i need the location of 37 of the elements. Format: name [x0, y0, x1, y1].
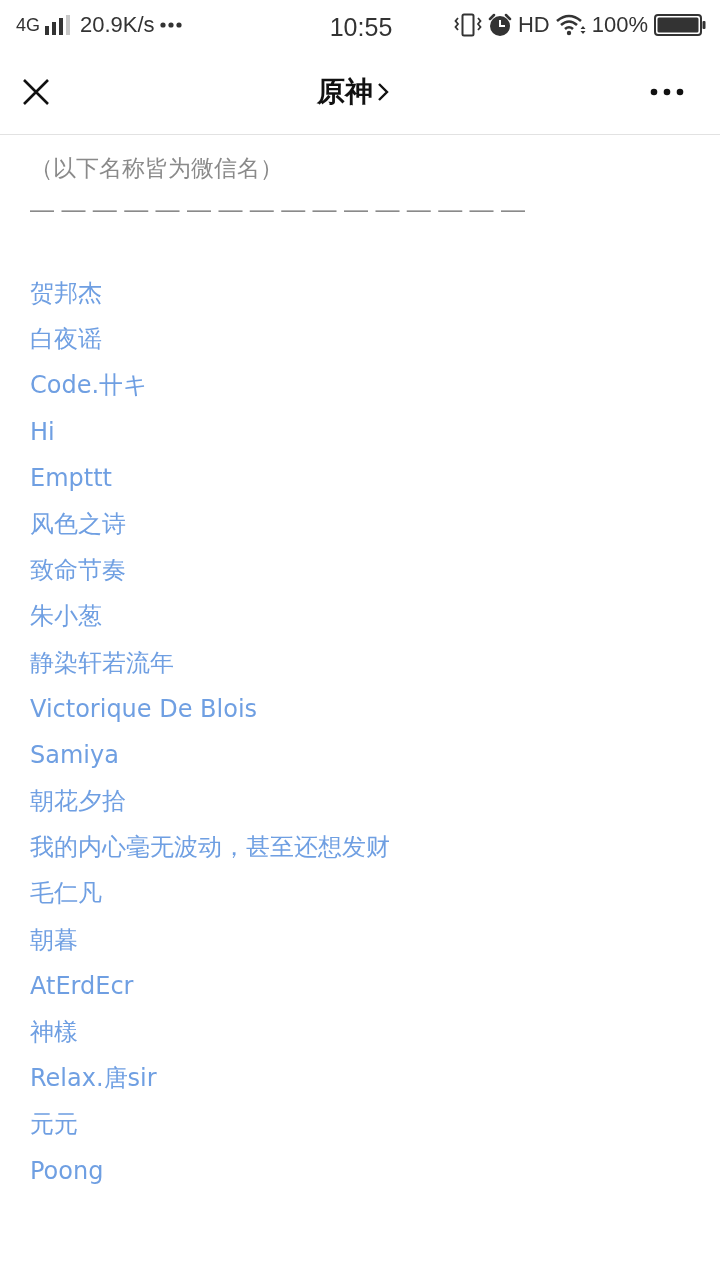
alarm-clock-icon — [487, 13, 512, 37]
more-icon[interactable] — [650, 88, 684, 96]
name-entry: Code.卄キ — [30, 370, 149, 401]
name-entry: AtErdEcr — [30, 970, 134, 1001]
name-entry: Relax.唐sir — [30, 1063, 157, 1094]
name-entry: Poong — [30, 1155, 104, 1186]
name-entry: Victorique De Blois — [30, 693, 258, 724]
battery-icon — [654, 13, 706, 37]
name-entry: 毛仁凡 — [30, 878, 102, 909]
vibrate-icon — [453, 13, 482, 37]
name-entry: Samiya — [30, 739, 119, 770]
name-entry: 贺邦杰 — [30, 278, 102, 308]
name-entry: 朝暮 — [30, 924, 78, 955]
wifi-icon — [555, 14, 586, 36]
hd-label: HD — [517, 14, 550, 36]
name-entry: 元元 — [30, 1109, 78, 1140]
network-speed: 20.9K/s — [80, 14, 155, 36]
name-entry: 神樣 — [30, 1017, 78, 1047]
name-entry: Empttt — [30, 462, 112, 493]
signal-icon — [45, 15, 71, 35]
name-entry: Hi — [30, 416, 55, 447]
name-entry: 风色之诗 — [30, 508, 126, 539]
note-text: （以下名称皆为微信名） — [30, 154, 284, 183]
name-entry: 朱小葱 — [30, 601, 102, 632]
name-entry: 静染轩若流年 — [30, 647, 174, 678]
close-icon[interactable] — [22, 78, 50, 106]
clock-time: 10:55 — [329, 11, 393, 40]
name-entry: 白夜谣 — [30, 324, 102, 355]
name-entry: 朝花夕拾 — [30, 786, 126, 817]
dash-line-text: ———————————————— — [30, 194, 533, 224]
name-entry: 我的内心毫无波动，甚至还想发财 — [30, 832, 390, 863]
name-entry: 致命节奏 — [30, 555, 126, 586]
battery-percent: 100% — [591, 14, 648, 36]
network-type: 4G — [16, 16, 40, 34]
chevron-right-icon — [377, 81, 389, 103]
dots-icon — [159, 22, 182, 28]
account-title-link[interactable]: 原神 — [317, 73, 389, 111]
